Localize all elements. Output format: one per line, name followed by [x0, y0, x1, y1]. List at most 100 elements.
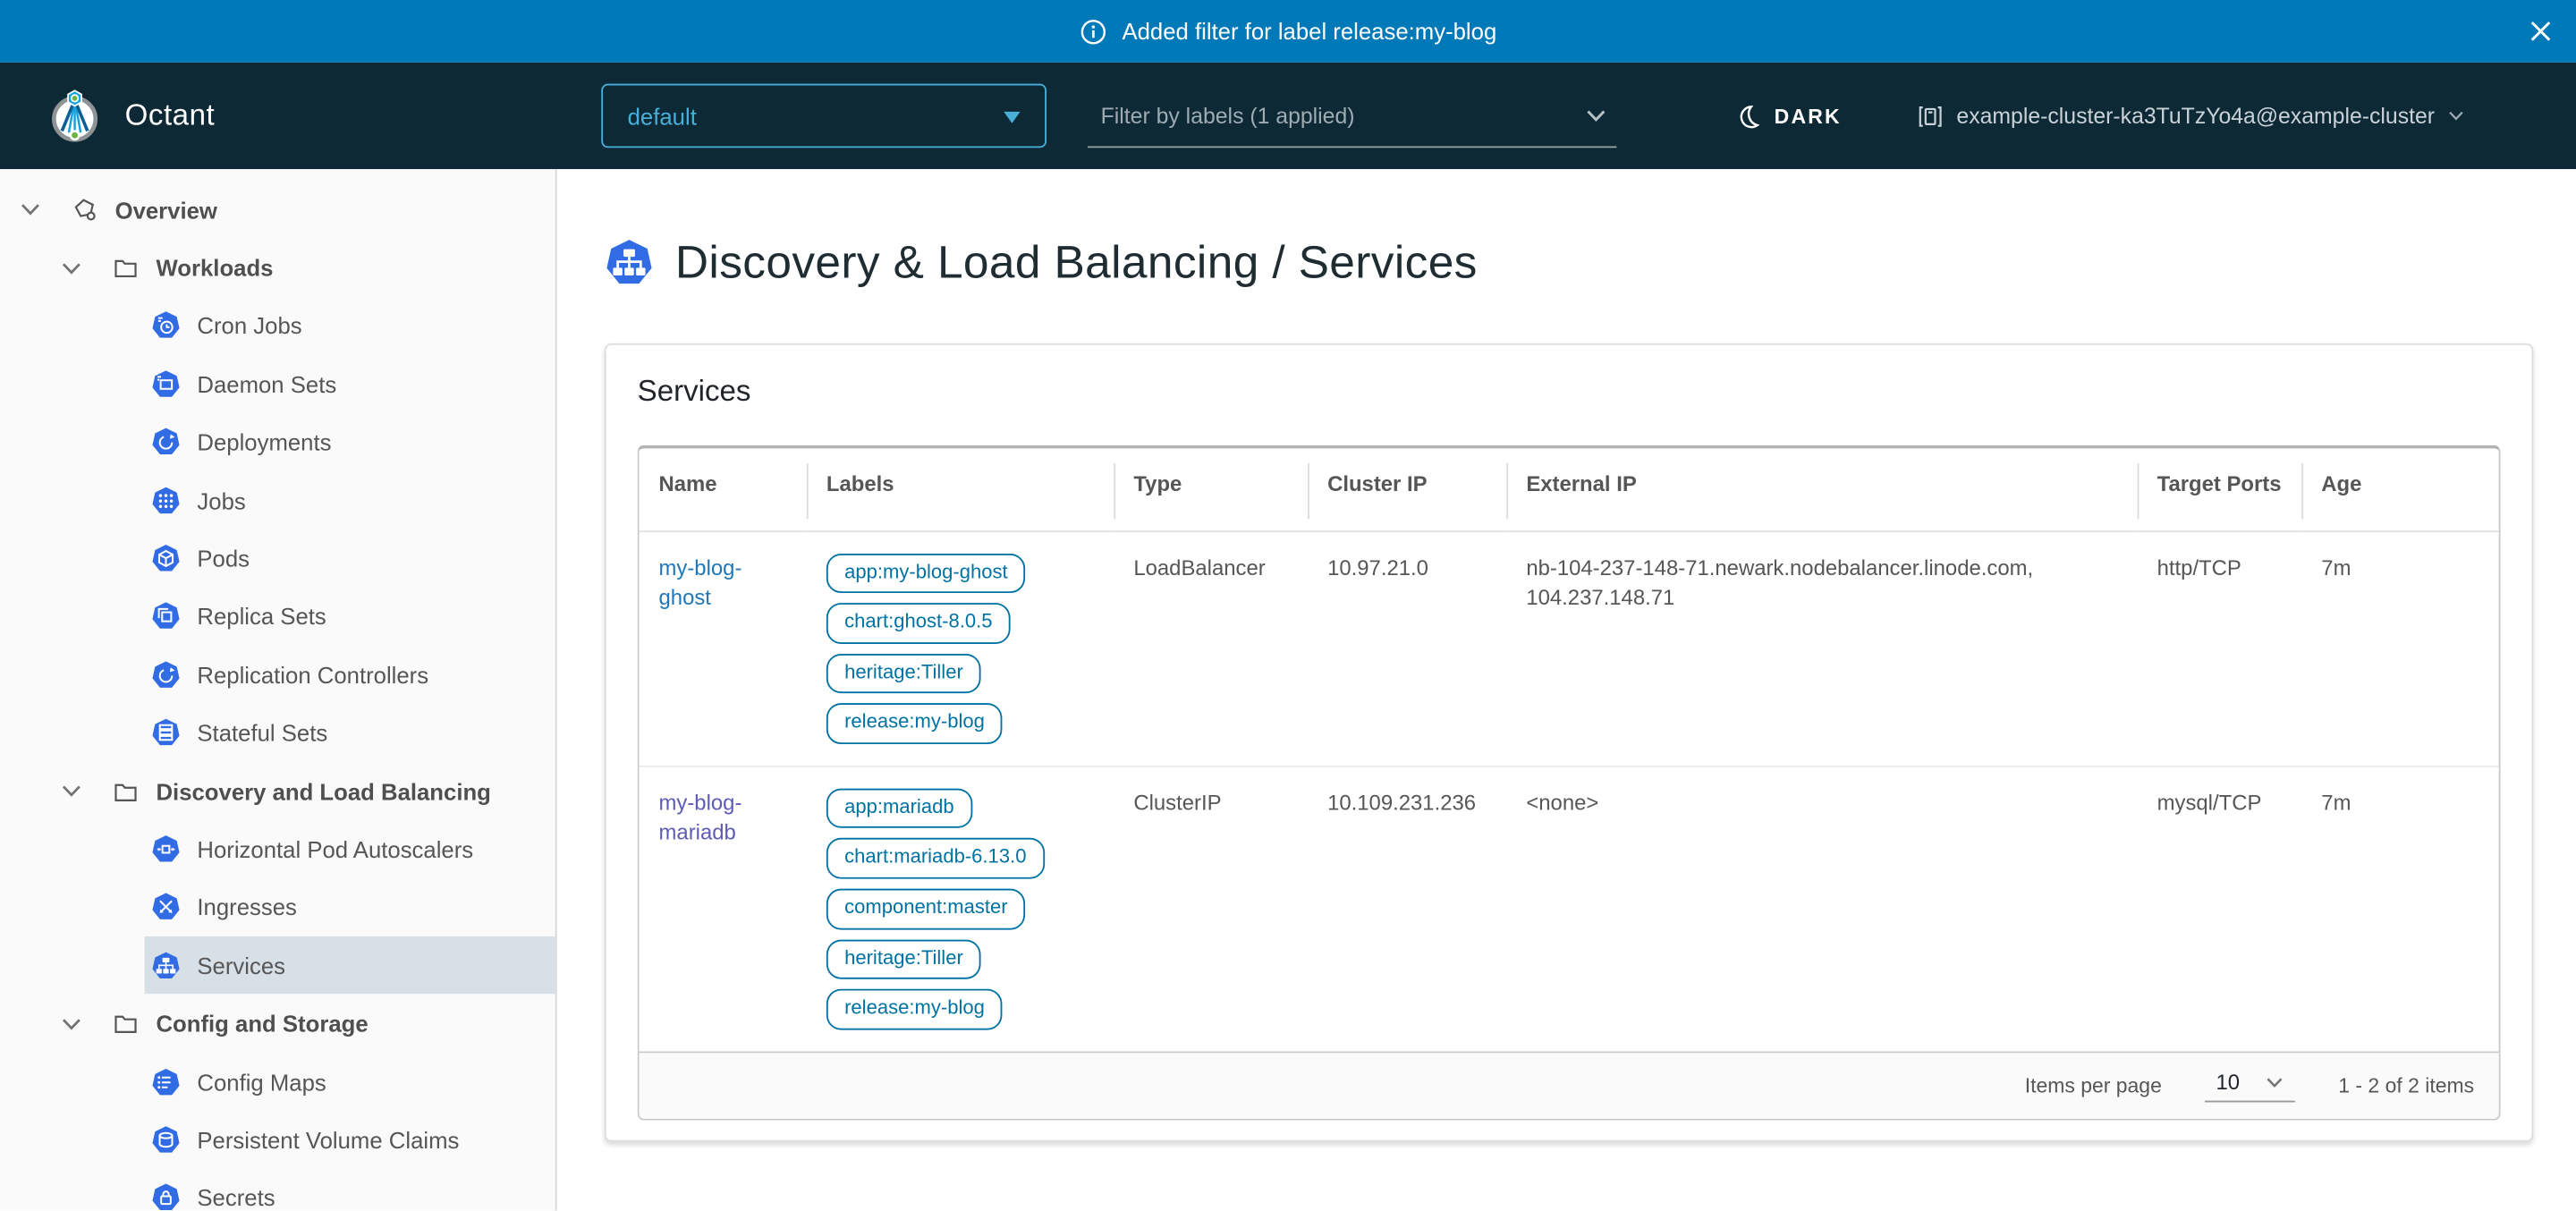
- sidebar-item-cron-jobs[interactable]: Cron Jobs: [145, 297, 555, 355]
- services-table: NameLabelsTypeCluster IPExternal IPTarge…: [638, 445, 2501, 1121]
- label-chips: app:my-blog-ghost chart:ghost-8.0.5 herita…: [826, 553, 1094, 744]
- app-title: Octant: [125, 98, 216, 133]
- sidebar-item-persistent-volume-claims[interactable]: Persistent Volume Claims: [145, 1111, 555, 1169]
- sidebar-item-label: Workloads: [156, 255, 273, 281]
- sidebar-item-secrets[interactable]: Secrets: [145, 1169, 555, 1211]
- label-chip[interactable]: release:my-blog: [826, 989, 1003, 1029]
- sidebar-item-label: Jobs: [197, 487, 245, 513]
- namespace-select[interactable]: default: [601, 84, 1046, 148]
- cell-cluster-ip: 10.97.21.0: [1308, 530, 1506, 766]
- job-icon: [151, 486, 181, 515]
- cell-age: 7m: [2301, 530, 2498, 766]
- table-header-row: NameLabelsTypeCluster IPExternal IPTarge…: [639, 448, 2498, 530]
- close-icon[interactable]: [2527, 17, 2555, 45]
- label-chip[interactable]: heritage:Tiller: [826, 939, 981, 979]
- namespace-value: default: [628, 103, 697, 129]
- sidebar-item-ingresses[interactable]: Ingresses: [145, 878, 555, 936]
- info-icon: [1080, 17, 1107, 45]
- sidebar-item-label: Daemon Sets: [197, 371, 336, 397]
- column-header-external-ip: External IP: [1506, 448, 2137, 530]
- secret-icon: [151, 1183, 181, 1211]
- notification-banner: Added filter for label release:my-blog: [0, 0, 2576, 63]
- sidebar-item-label: Discovery and Load Balancing: [156, 778, 490, 804]
- ingress-icon: [151, 893, 181, 922]
- cell-age: 7m: [2301, 766, 2498, 1052]
- sidebar-item-replication-controllers[interactable]: Replication Controllers: [145, 646, 555, 704]
- sidebar-item-label: Services: [197, 953, 285, 978]
- card-title: Services: [638, 375, 2501, 410]
- deployment-icon: [151, 428, 181, 457]
- caret-down-icon[interactable]: [61, 260, 84, 275]
- sidebar-item-stateful-sets[interactable]: Stateful Sets: [145, 704, 555, 762]
- label-chip[interactable]: heritage:Tiller: [826, 653, 981, 693]
- cell-type: LoadBalancer: [1114, 530, 1308, 766]
- label-chip[interactable]: app:mariadb: [826, 788, 972, 828]
- column-header-cluster-ip: Cluster IP: [1308, 448, 1506, 530]
- caret-down-icon[interactable]: [20, 202, 43, 217]
- cluster-name: example-cluster-ka3TuTzYo4a@example-clus…: [1956, 104, 2435, 129]
- table-row: my-blog-ghost app:my-blog-ghost chart:gho…: [639, 530, 2498, 766]
- sidebar: Overview Workloads Cron Jobs Daemon Sets Dep…: [0, 169, 557, 1210]
- label-chip[interactable]: chart:ghost-8.0.5: [826, 603, 1011, 643]
- page-size-select[interactable]: 10: [2205, 1069, 2296, 1104]
- sidebar-item-replica-sets[interactable]: Replica Sets: [145, 588, 555, 646]
- sidebar-item-label: Persistent Volume Claims: [197, 1127, 459, 1153]
- banner-message: Added filter for label release:my-blog: [1122, 18, 1496, 44]
- cell-external-ip: <none>: [1506, 766, 2137, 1052]
- folder-icon: [112, 255, 140, 281]
- cell-name: my-blog-ghost: [639, 530, 806, 766]
- caret-down-icon[interactable]: [61, 1016, 84, 1031]
- sidebar-item-workloads[interactable]: Workloads: [0, 239, 555, 297]
- folder-icon: [112, 778, 140, 804]
- cronjob-icon: [151, 311, 181, 341]
- service-icon: [151, 951, 181, 980]
- main-content: Discovery & Load Balancing / Services Se…: [557, 169, 2576, 1210]
- sidebar-item-label: Pods: [197, 546, 250, 572]
- sidebar-item-pods[interactable]: Pods: [145, 529, 555, 588]
- sidebar-item-overview[interactable]: Overview: [0, 181, 555, 239]
- services-card: Services NameLabelsTypeCluster IPExterna…: [605, 343, 2533, 1141]
- cluster-selector[interactable]: example-cluster-ka3TuTzYo4a@example-clus…: [1917, 103, 2464, 129]
- theme-toggle-button[interactable]: DARK: [1725, 101, 1852, 131]
- label-chip[interactable]: release:my-blog: [826, 704, 1003, 744]
- caret-down-icon[interactable]: [61, 783, 84, 799]
- sidebar-item-services[interactable]: Services: [145, 936, 555, 995]
- table-row: my-blog-mariadb app:mariadb chart:mariadb…: [639, 766, 2498, 1052]
- sidebar-item-config-maps[interactable]: Config Maps: [145, 1053, 555, 1111]
- sidebar-item-label: Horizontal Pod Autoscalers: [197, 836, 473, 862]
- hpa-icon: [151, 834, 181, 864]
- caret-down-icon: [1004, 111, 1020, 131]
- column-header-name: Name: [639, 448, 806, 530]
- items-per-page-label: Items per page: [2025, 1074, 2162, 1097]
- service-link[interactable]: my-blog-ghost: [659, 555, 742, 609]
- sidebar-item-label: Config and Storage: [156, 1011, 368, 1037]
- label-chip[interactable]: app:my-blog-ghost: [826, 553, 1026, 593]
- sidebar-item-horizontal-pod-autoscalers[interactable]: Horizontal Pod Autoscalers: [145, 820, 555, 878]
- cluster-icon: [1917, 103, 1943, 129]
- cell-cluster-ip: 10.109.231.236: [1308, 766, 1506, 1052]
- sidebar-item-label: Secrets: [197, 1185, 275, 1211]
- sidebar-item-discovery-and-load-balancing[interactable]: Discovery and Load Balancing: [0, 762, 555, 820]
- sidebar-item-daemon-sets[interactable]: Daemon Sets: [145, 355, 555, 413]
- label-chip[interactable]: component:master: [826, 889, 1026, 929]
- configmap-icon: [151, 1067, 181, 1097]
- sidebar-item-deployments[interactable]: Deployments: [145, 413, 555, 471]
- sidebar-item-label: Stateful Sets: [197, 720, 327, 746]
- pagination: Items per page 10 1 - 2 of 2 items: [639, 1051, 2498, 1118]
- label-chip[interactable]: chart:mariadb-6.13.0: [826, 839, 1045, 879]
- cell-name: my-blog-mariadb: [639, 766, 806, 1052]
- cell-target-ports: mysql/TCP: [2138, 766, 2302, 1052]
- service-link[interactable]: my-blog-mariadb: [659, 790, 742, 844]
- octant-app: Added filter for label release:my-blog: [0, 0, 2576, 1211]
- app-brand: Octant: [0, 86, 601, 147]
- cell-external-ip: nb-104-237-148-71.newark.nodebalancer.li…: [1506, 530, 2137, 766]
- sidebar-item-config-and-storage[interactable]: Config and Storage: [0, 995, 555, 1053]
- label-filter-text: Filter by labels (1 applied): [1101, 103, 1355, 128]
- chevron-down-icon: [2448, 110, 2464, 122]
- sidebar-item-label: Replica Sets: [197, 604, 326, 630]
- pagination-range: 1 - 2 of 2 items: [2338, 1074, 2474, 1097]
- replicaset-icon: [151, 602, 181, 631]
- app-shell: Overview Workloads Cron Jobs Daemon Sets Dep…: [0, 169, 2576, 1210]
- sidebar-item-jobs[interactable]: Jobs: [145, 471, 555, 529]
- label-filter-dropdown[interactable]: Filter by labels (1 applied): [1088, 84, 1616, 148]
